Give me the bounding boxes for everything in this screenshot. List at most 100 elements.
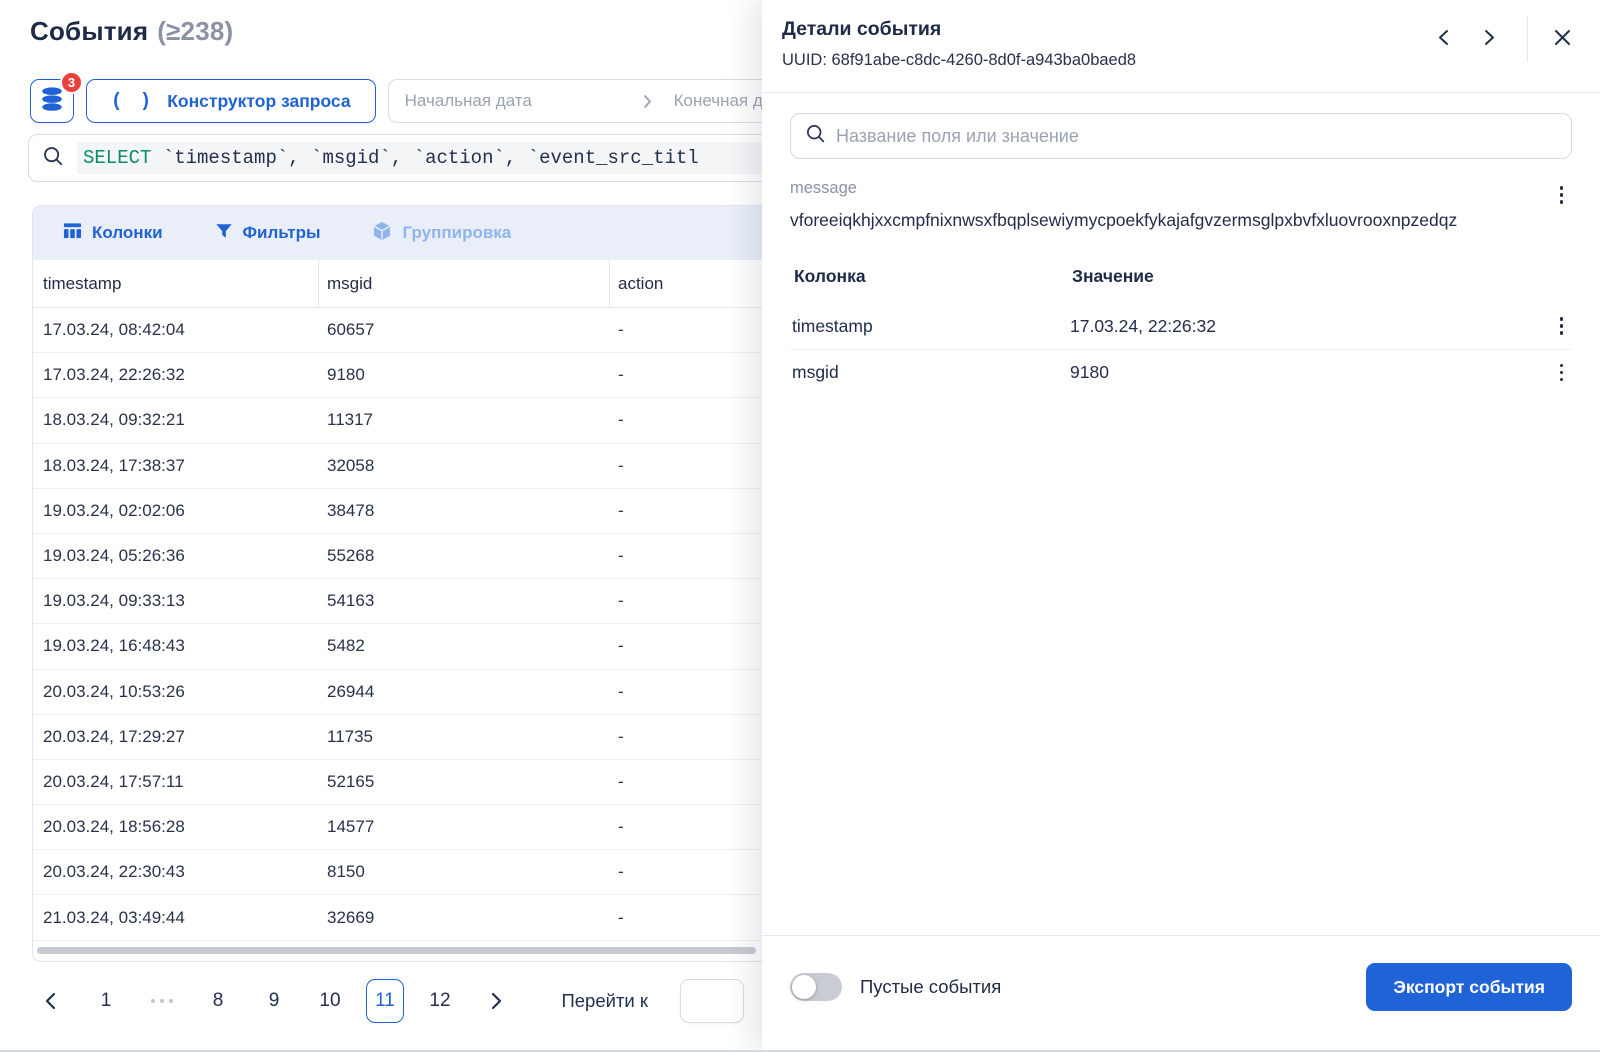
cube-icon xyxy=(372,221,392,246)
database-icon xyxy=(39,86,65,117)
table-cell: - xyxy=(618,410,624,430)
kv-row: timestamp 17.03.24, 22:26:32 xyxy=(790,303,1572,349)
data-source-button[interactable]: 3 xyxy=(30,71,83,123)
pagination-page-12[interactable]: 12 xyxy=(420,979,460,1023)
table-row[interactable]: 20.03.24, 17:29:27 11735 - xyxy=(33,715,762,760)
table-cell: 60657 xyxy=(327,320,375,340)
pagination-page-10[interactable]: 10 xyxy=(310,979,350,1023)
page-title: События (≥238) xyxy=(30,16,233,47)
table-row[interactable]: 19.03.24, 02:02:06 38478 - xyxy=(33,489,762,534)
table-cell: 11735 xyxy=(327,726,374,746)
pagination-prev-button[interactable] xyxy=(30,979,70,1023)
scrollbar-thumb[interactable] xyxy=(37,946,756,954)
pagination-next-button[interactable] xyxy=(476,979,516,1023)
table-row[interactable]: 19.03.24, 05:26:36 55268 - xyxy=(33,534,762,580)
empty-events-toggle[interactable] xyxy=(790,973,842,1001)
column-header-value: Значение xyxy=(1072,266,1154,286)
table-cell: 9180 xyxy=(327,365,365,385)
message-value: vforeeiqkhjxxcmpfnixnwsxfbqplsewiymycpoe… xyxy=(790,210,1458,230)
column-header-timestamp[interactable]: timestamp xyxy=(33,260,319,307)
column-header-action[interactable]: action xyxy=(610,260,762,307)
chevron-right-icon xyxy=(1484,29,1495,49)
close-panel-button[interactable] xyxy=(1544,21,1580,57)
end-date-placeholder[interactable]: Конечная д xyxy=(674,91,762,111)
controls-row: 3 ( ) Конструктор запроса Начальная дата… xyxy=(30,71,762,123)
pagination-page-9[interactable]: 9 xyxy=(254,979,294,1023)
details-footer: Пустые события Экспорт события xyxy=(762,935,1600,1052)
table-cell: - xyxy=(618,455,624,475)
horizontal-scrollbar[interactable] xyxy=(33,941,762,961)
empty-events-label: Пустые события xyxy=(860,976,1002,997)
table-cell: 18.03.24, 17:38:37 xyxy=(43,455,185,475)
next-event-button[interactable] xyxy=(1471,21,1507,57)
goto-page-input[interactable] xyxy=(680,979,744,1023)
table-cell: 54163 xyxy=(327,591,375,611)
start-date-placeholder[interactable]: Начальная дата xyxy=(405,91,643,111)
table-row[interactable]: 21.03.24, 03:49:44 32669 - xyxy=(33,895,762,941)
table-cell: - xyxy=(618,907,624,927)
grouping-label: Группировка xyxy=(402,223,512,242)
date-range-input[interactable]: Начальная дата Конечная д xyxy=(387,79,762,123)
table-cell: 18.03.24, 09:32:21 xyxy=(43,410,185,430)
kebab-menu-icon[interactable] xyxy=(1555,312,1569,340)
table-cell: 14577 xyxy=(327,817,375,837)
table-row[interactable]: 20.03.24, 10:53:26 26944 - xyxy=(33,670,762,715)
pagination-ellipsis xyxy=(142,979,182,1023)
table-cell: - xyxy=(618,636,624,656)
query-builder-label: Конструктор запроса xyxy=(167,90,351,111)
table-header-row: timestamp msgid action xyxy=(33,260,762,308)
kebab-menu-icon[interactable] xyxy=(1555,181,1569,209)
parentheses-icon: ( ) xyxy=(111,90,155,112)
sql-query-input[interactable]: SELECT `timestamp`, `msgid`, `action`, `… xyxy=(28,134,762,182)
table-row[interactable]: 17.03.24, 22:26:32 9180 - xyxy=(33,353,762,399)
table-row[interactable]: 19.03.24, 16:48:43 5482 - xyxy=(33,624,762,670)
kebab-menu-icon[interactable] xyxy=(1555,359,1569,387)
message-field: message vforeeiqkhjxxcmpfnixnwsxfbqplsew… xyxy=(790,179,1572,236)
filter-icon xyxy=(215,222,233,245)
details-nav xyxy=(1425,16,1580,62)
field-search-placeholder: Название поля или значение xyxy=(836,125,1079,146)
pagination: 1 8 9 10 11 12 Перейти к xyxy=(30,975,744,1027)
export-event-button[interactable]: Экспорт события xyxy=(1366,963,1572,1011)
table-row[interactable]: 19.03.24, 09:33:13 54163 - xyxy=(33,579,762,625)
columns-button[interactable]: Колонки xyxy=(63,221,163,245)
table-row[interactable]: 17.03.24, 08:42:04 60657 - xyxy=(33,308,762,354)
table-row[interactable]: 20.03.24, 17:57:11 52165 - xyxy=(33,760,762,806)
events-page: События (≥238) 3 ( ) Конструктор запроса … xyxy=(0,0,762,1052)
column-header-msgid[interactable]: msgid xyxy=(319,260,610,307)
table-cell: 19.03.24, 09:33:13 xyxy=(43,591,185,611)
field-search-input[interactable]: Название поля или значение xyxy=(790,113,1572,159)
table-cell: 32058 xyxy=(327,455,375,475)
page-title-text: События xyxy=(30,16,149,46)
pagination-page-8[interactable]: 8 xyxy=(198,979,238,1023)
table-cell: 17.03.24, 22:26:32 xyxy=(43,365,185,385)
table-cell: 8150 xyxy=(327,862,365,882)
table-row[interactable]: 18.03.24, 17:38:37 32058 - xyxy=(33,444,762,489)
table-cell: - xyxy=(618,726,624,746)
filters-label: Фильтры xyxy=(242,223,321,242)
grouping-button[interactable]: Группировка xyxy=(372,221,511,246)
table-cell: 21.03.24, 03:49:44 xyxy=(43,907,185,927)
table-cell: 19.03.24, 02:02:06 xyxy=(43,500,185,520)
filters-button[interactable]: Фильтры xyxy=(215,222,321,245)
table-row[interactable]: 20.03.24, 18:56:28 14577 - xyxy=(33,805,762,851)
pagination-page-1[interactable]: 1 xyxy=(86,979,126,1023)
chevron-right-icon xyxy=(643,94,652,109)
toggle-knob xyxy=(792,975,816,999)
prev-event-button[interactable] xyxy=(1425,21,1461,57)
table-cell: - xyxy=(618,862,624,882)
pagination-page-11[interactable]: 11 xyxy=(366,979,404,1023)
kv-key: msgid xyxy=(792,362,839,382)
search-icon xyxy=(805,123,826,149)
table-cell: - xyxy=(618,681,624,701)
divider xyxy=(1527,16,1528,62)
table-cell: 32669 xyxy=(327,907,375,927)
table-row[interactable]: 18.03.24, 09:32:21 11317 - xyxy=(33,398,762,444)
table-row[interactable]: 20.03.24, 22:30:43 8150 - xyxy=(33,850,762,896)
table-cell: 55268 xyxy=(327,546,375,566)
sql-query-text[interactable]: SELECT `timestamp`, `msgid`, `action`, `… xyxy=(77,142,762,174)
event-details-panel: Детали события UUID: 68f91abe-c8dc-4260-… xyxy=(762,0,1600,1052)
query-builder-button[interactable]: ( ) Конструктор запроса xyxy=(86,79,376,123)
table-cell: 20.03.24, 22:30:43 xyxy=(43,862,185,882)
table-cell: 52165 xyxy=(327,771,375,791)
